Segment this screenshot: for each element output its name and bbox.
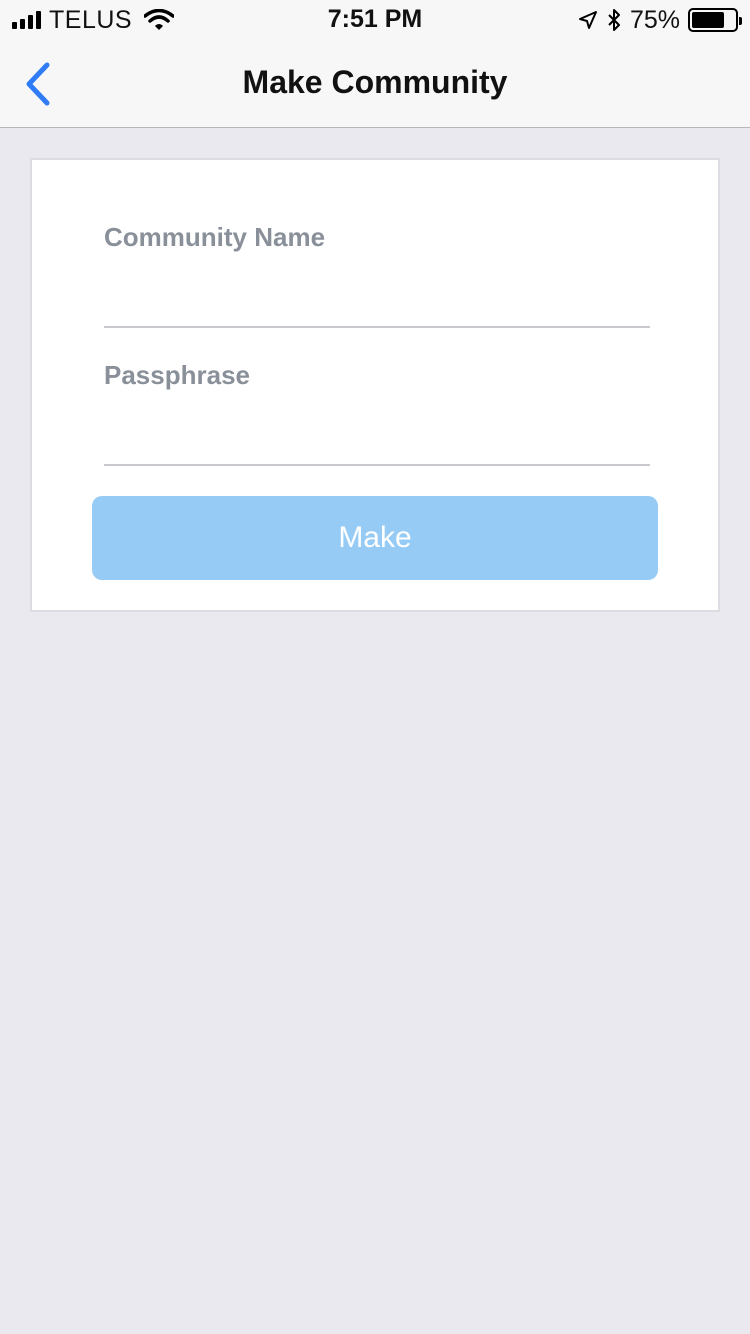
community-name-label: Community Name	[104, 222, 326, 252]
nav-bar: Make Community	[0, 40, 750, 128]
status-bar: TELUS 7:51 PM 75%	[0, 0, 750, 40]
passphrase-label: Passphrase	[104, 360, 250, 390]
passphrase-input[interactable]	[104, 416, 650, 466]
battery-fill	[692, 12, 724, 28]
location-icon	[578, 11, 597, 29]
bluetooth-icon	[608, 9, 620, 31]
battery-percent: 75%	[629, 5, 680, 34]
battery-icon	[688, 8, 742, 32]
battery-tip	[739, 17, 742, 25]
page-title: Make Community	[242, 64, 508, 100]
community-name-input[interactable]	[104, 278, 650, 328]
status-right: 75%	[578, 5, 742, 34]
make-button[interactable]: Make	[92, 496, 658, 580]
make-community-form: Community Name Passphrase Make	[30, 158, 720, 612]
